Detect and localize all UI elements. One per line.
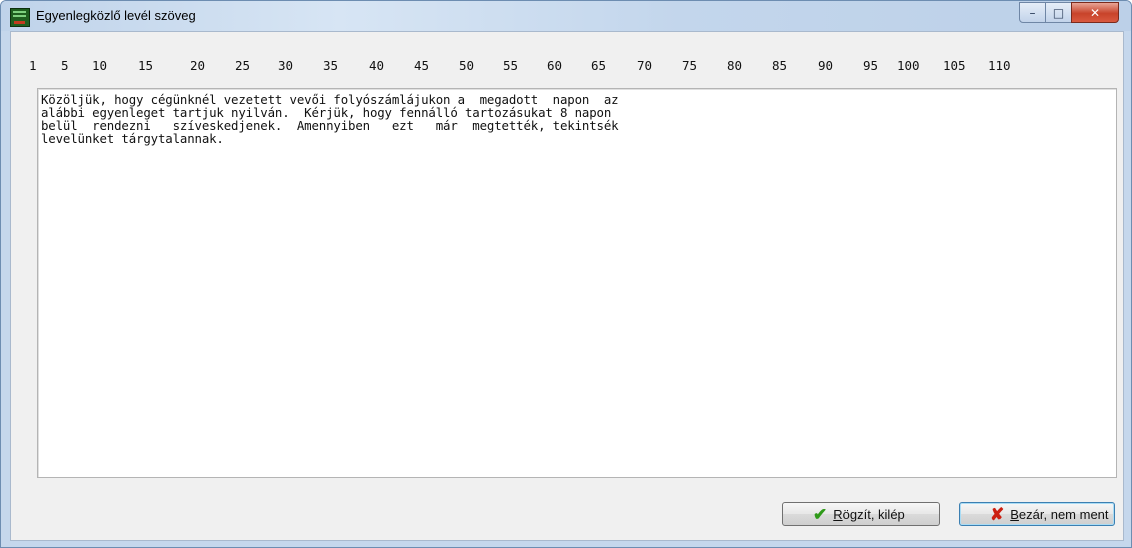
ruler-tick: 35 (323, 58, 339, 73)
save-and-exit-button[interactable]: ✔ Rögzít, kilép (782, 502, 940, 526)
client-area: 1 5 10 15 20 25 30 35 40 45 50 55 60 65 … (10, 31, 1124, 541)
ruler-tick: 55 (503, 58, 519, 73)
letter-text-editor[interactable]: Közöljük, hogy cégünknél vezetett vevői … (37, 88, 1117, 478)
ruler-tick: 50 (459, 58, 475, 73)
app-icon (10, 8, 30, 27)
column-ruler: 1 5 10 15 20 25 30 35 40 45 50 55 60 65 … (11, 32, 1123, 87)
title-bar[interactable]: Egyenlegközlő levél szöveg – □ ✕ (1, 1, 1131, 31)
window-title: Egyenlegközlő levél szöveg (36, 8, 196, 23)
ruler-tick: 100 (897, 58, 920, 73)
ruler-tick: 105 (943, 58, 966, 73)
ruler-tick: 45 (414, 58, 430, 73)
ruler-tick: 15 (138, 58, 154, 73)
ruler-tick: 25 (235, 58, 251, 73)
ruler-tick: 60 (547, 58, 563, 73)
close-without-saving-button[interactable]: ✘ Bezár, nem ment (959, 502, 1115, 526)
dialog-window: Egyenlegközlő levél szöveg – □ ✕ 1 5 10 … (0, 0, 1132, 548)
checkmark-icon: ✔ (813, 504, 828, 524)
x-icon: ✘ (990, 504, 1005, 524)
save-button-label: Rögzít, kilép (833, 506, 905, 522)
close-button-label: Bezár, nem ment (1010, 506, 1109, 522)
ruler-tick: 90 (818, 58, 834, 73)
minimize-icon: – (1029, 5, 1036, 20)
ruler-tick: 10 (92, 58, 108, 73)
close-icon: ✕ (1089, 5, 1101, 20)
text-line: levelünket tárgytalannak. (41, 131, 224, 146)
ruler-tick: 5 (61, 58, 69, 73)
ruler-tick: 75 (682, 58, 698, 73)
maximize-button[interactable]: □ (1045, 2, 1072, 23)
ruler-tick: 40 (369, 58, 385, 73)
minimize-button[interactable]: – (1019, 2, 1046, 23)
ruler-tick: 65 (591, 58, 607, 73)
ruler-tick: 110 (988, 58, 1011, 73)
ruler-tick: 80 (727, 58, 743, 73)
close-window-button[interactable]: ✕ (1071, 2, 1119, 23)
ruler-tick: 70 (637, 58, 653, 73)
ruler-tick: 95 (863, 58, 879, 73)
maximize-icon: □ (1052, 5, 1065, 20)
ruler-tick: 20 (190, 58, 206, 73)
ruler-tick: 85 (772, 58, 788, 73)
ruler-tick: 30 (278, 58, 294, 73)
ruler-tick: 1 (29, 58, 37, 73)
